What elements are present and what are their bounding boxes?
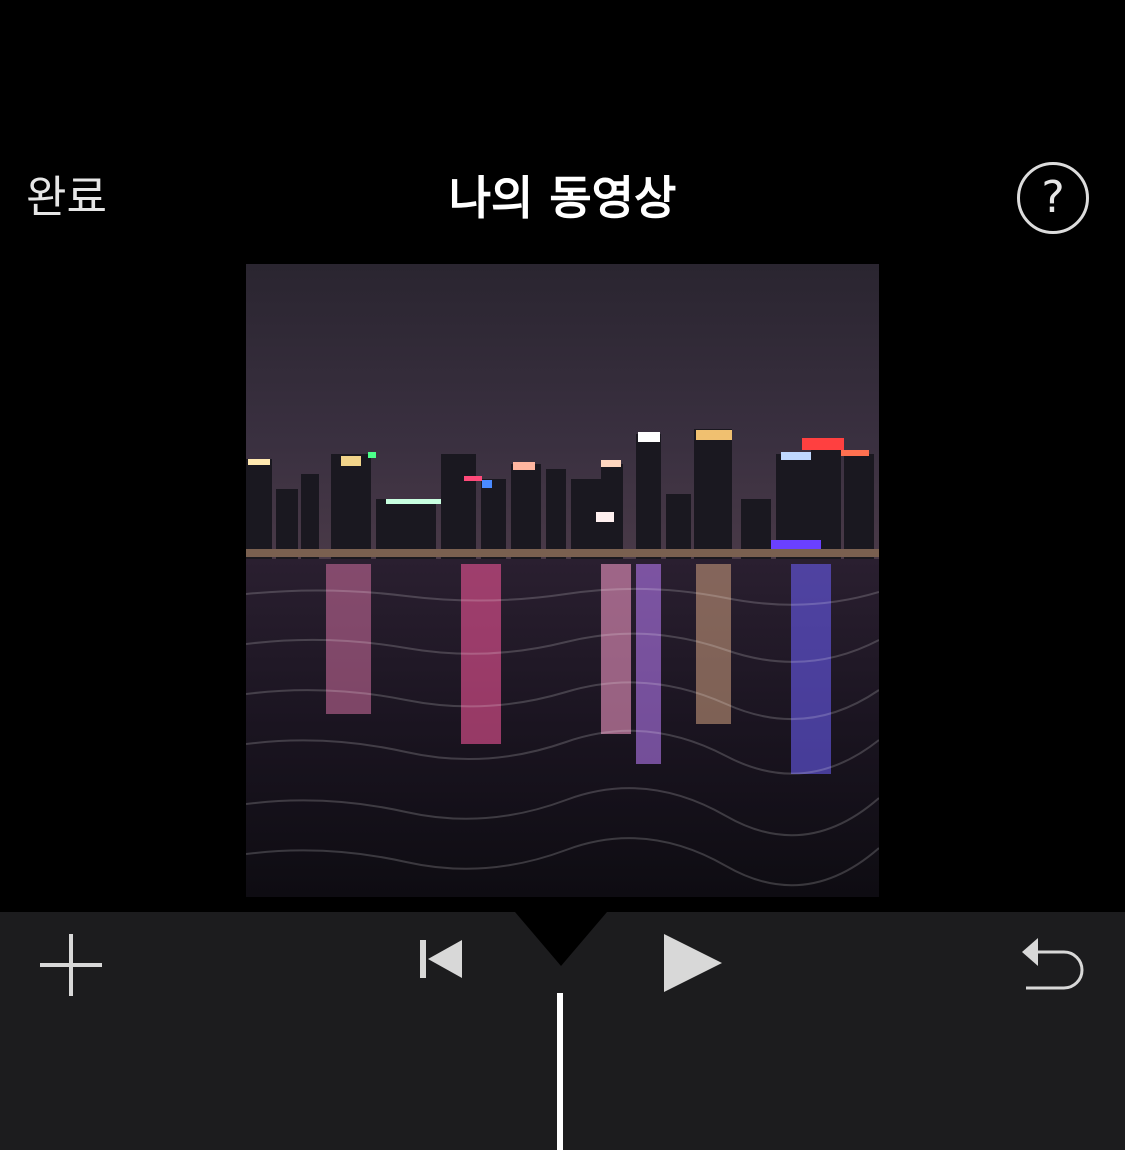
video-preview[interactable]	[246, 264, 879, 897]
playhead-pointer	[515, 912, 607, 966]
add-media-button[interactable]	[40, 934, 102, 996]
undo-icon	[1022, 938, 1084, 990]
night-city-harbor-image	[246, 264, 879, 897]
play-button[interactable]	[660, 930, 726, 996]
imovie-project-screen: 완료 나의 동영상 ?	[0, 0, 1125, 1150]
plus-icon	[40, 934, 102, 996]
play-icon	[664, 934, 722, 992]
playhead-line[interactable]	[557, 993, 563, 1150]
skip-to-start-button[interactable]	[414, 934, 466, 984]
page-title: 나의 동영상	[448, 171, 677, 225]
undo-button[interactable]	[1018, 930, 1088, 992]
help-button[interactable]: ?	[1017, 162, 1089, 234]
skip-to-start-icon	[420, 940, 462, 978]
help-icon: ?	[1041, 172, 1065, 223]
